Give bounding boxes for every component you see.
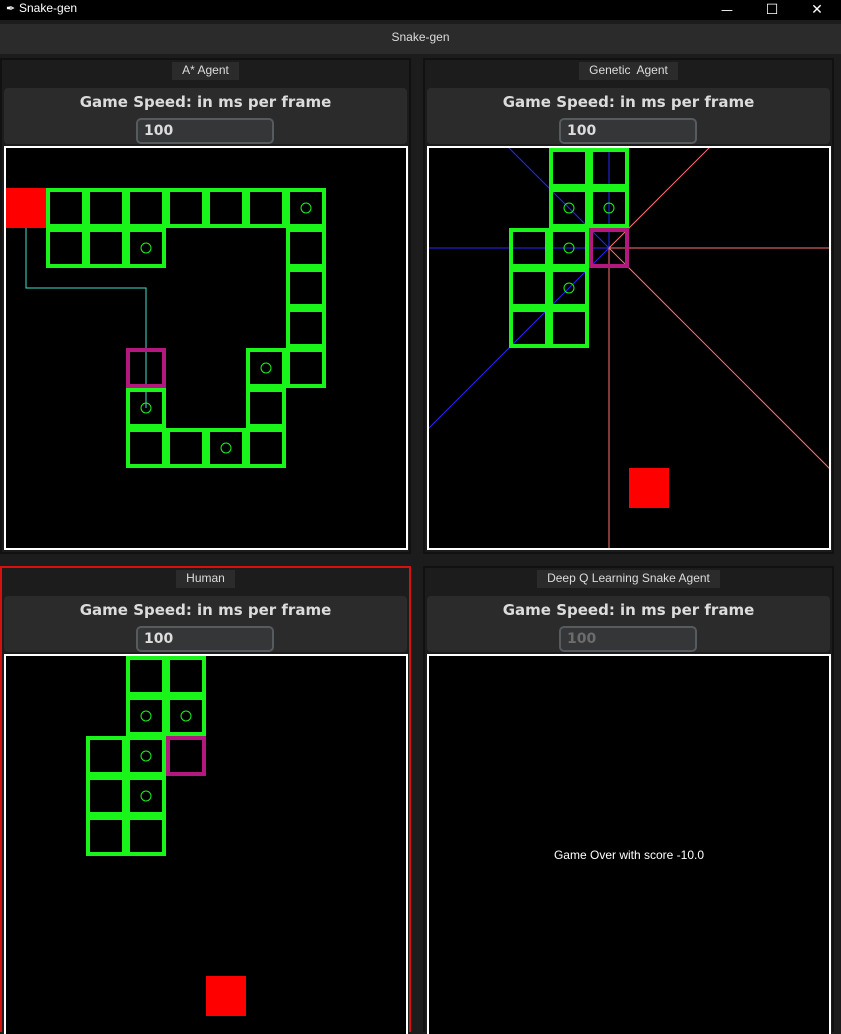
snake-segment [126,228,166,268]
tab-label: Genetic Agent [579,62,678,80]
speed-label: Game Speed: in ms per frame [502,93,755,111]
tab-human[interactable]: Human [2,570,409,588]
speed-label: Game Speed: in ms per frame [79,93,332,111]
close-button[interactable]: ✕ [794,0,840,20]
snake-marker [140,242,152,254]
snake-segment [86,736,126,776]
snake-segment [246,188,286,228]
food-pellet [629,468,669,508]
snake-segment [86,228,126,268]
snake-segment [286,308,326,348]
panel-astar-agent: A* Agent Game Speed: in ms per frame [0,58,411,554]
window-title: Snake-gen [19,1,78,15]
food-pellet [6,188,46,228]
speed-input[interactable] [559,118,697,144]
vision-ray [608,148,710,249]
vision-ray [429,247,610,429]
snake-segment [206,188,246,228]
speed-control: Game Speed: in ms per frame [4,88,407,144]
snake-marker [300,202,312,214]
food-pellet [206,976,246,1016]
snake-segment [126,736,166,776]
snake-segment [126,428,166,468]
speed-input [559,626,697,652]
snake-segment [126,816,166,856]
tab-astar-agent[interactable]: A* Agent [2,62,409,80]
speed-input[interactable] [136,118,274,144]
maximize-icon: ☐ [765,2,779,18]
snake-segment [166,188,206,228]
game-board [429,148,829,548]
snake-segment [166,656,206,696]
game-canvas[interactable] [4,146,408,550]
snake-segment [286,228,326,268]
feather-icon: ✒ [6,2,16,15]
snake-segment [549,148,589,188]
snake-marker [140,790,152,802]
speed-control: Game Speed: in ms per frame [427,88,830,144]
snake-marker [220,442,232,454]
snake-segment [46,228,86,268]
game-canvas[interactable] [4,654,408,1034]
panel-deep-q-agent: Deep Q Learning Snake Agent Game Speed: … [423,566,834,1034]
window-titlebar[interactable]: ✒ Snake-gen — ☐ ✕ [0,0,841,20]
snake-segment [166,428,206,468]
game-canvas[interactable]: Game Over with score -10.0 [427,654,831,1034]
minimize-icon: — [721,3,733,17]
speed-control: Game Speed: in ms per frame [427,596,830,652]
game-board [6,188,326,468]
vision-ray [508,148,610,249]
snake-segment [126,656,166,696]
app-title: Snake-gen [391,30,450,44]
panel-human: Human Game Speed: in ms per frame [0,566,411,1034]
speed-control: Game Speed: in ms per frame [4,596,407,652]
minimize-button[interactable]: — [704,0,750,20]
snake-head [166,736,206,776]
app-header: Snake-gen [0,24,841,54]
game-board [86,656,246,1016]
game-canvas[interactable] [427,146,831,550]
tab-deep-q-agent[interactable]: Deep Q Learning Snake Agent [425,570,832,588]
snake-marker [260,362,272,374]
snake-marker [140,710,152,722]
snake-segment [286,268,326,308]
speed-input[interactable] [136,626,274,652]
snake-segment [549,308,589,348]
speed-label: Game Speed: in ms per frame [79,601,332,619]
snake-marker [140,750,152,762]
snake-segment [126,696,166,736]
snake-segment [206,428,246,468]
snake-segment [246,388,286,428]
snake-segment [246,348,286,388]
snake-segment [46,188,86,228]
snake-segment [286,188,326,228]
snake-segment [166,696,206,736]
maximize-button[interactable]: ☐ [749,0,795,20]
panel-genetic-agent: Genetic Agent Game Speed: in ms per fram… [423,58,834,554]
snake-segment [86,188,126,228]
tab-label: Deep Q Learning Snake Agent [537,570,720,588]
snake-segment [286,348,326,388]
tab-label: A* Agent [172,62,239,80]
snake-segment [86,816,126,856]
game-over-message: Game Over with score -10.0 [553,848,705,862]
speed-label: Game Speed: in ms per frame [502,601,755,619]
snake-segment [86,776,126,816]
close-icon: ✕ [811,2,823,18]
tab-genetic-agent[interactable]: Genetic Agent [425,62,832,80]
snake-segment [126,188,166,228]
snake-segment [126,776,166,816]
snake-segment [246,428,286,468]
tab-label: Human [176,570,235,588]
snake-segment [509,268,549,308]
snake-marker [180,710,192,722]
